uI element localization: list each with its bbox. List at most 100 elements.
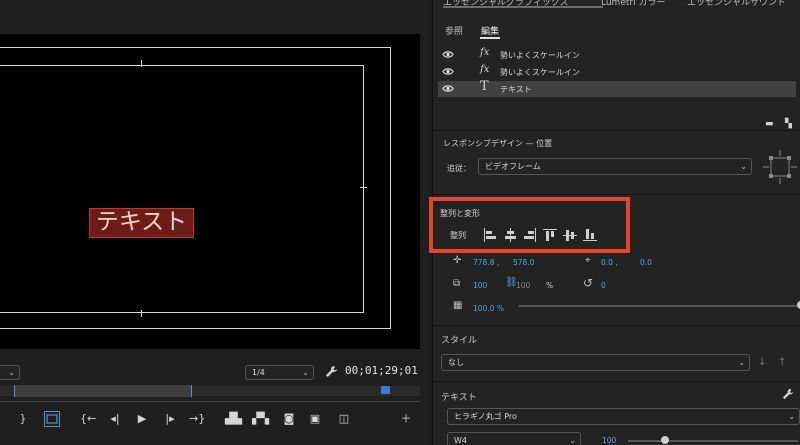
overlay-icon[interactable]: ◫ bbox=[336, 411, 352, 427]
folder-icon[interactable]: ▬ bbox=[765, 119, 774, 129]
divider bbox=[433, 194, 800, 195]
divider bbox=[433, 130, 800, 131]
anchor-x[interactable]: 0.0 , bbox=[601, 258, 618, 267]
resolution-value: 1/4 bbox=[252, 368, 265, 377]
layer-row[interactable]: fx 勢いよくスケールイン bbox=[438, 64, 796, 80]
chevron-down-icon: ⌄ bbox=[738, 358, 745, 367]
anchor-y[interactable]: 0.0 bbox=[640, 258, 652, 267]
zoom-dropdown[interactable]: ⌄ bbox=[0, 365, 20, 380]
wrench-icon[interactable] bbox=[782, 388, 794, 403]
font-size-slider[interactable] bbox=[628, 440, 798, 442]
chevron-down-icon: ⌄ bbox=[302, 368, 309, 377]
subtab-underline bbox=[480, 37, 500, 39]
scale-height: 100 bbox=[516, 281, 531, 290]
responsive-design-title: レスポンシブデザイン — 位置 bbox=[443, 139, 553, 148]
layer-name: 勢いよくスケールイン bbox=[500, 51, 580, 60]
guide-tick-right bbox=[360, 187, 367, 188]
eye-icon[interactable] bbox=[442, 67, 454, 76]
position-y[interactable]: 578.0 bbox=[513, 258, 534, 267]
step-forward-icon[interactable]: |▸ bbox=[162, 411, 178, 427]
wrench-icon[interactable] bbox=[325, 365, 338, 378]
layer-list: fx 勢いよくスケールイン fx 勢いよくスケールイン T テキスト bbox=[438, 46, 796, 98]
font-size-slider-knob[interactable] bbox=[661, 436, 669, 444]
sync-style-up-icon[interactable]: ↑ bbox=[778, 357, 786, 368]
text-section-title: テキスト bbox=[441, 393, 477, 403]
font-size-value[interactable]: 100 bbox=[602, 436, 616, 445]
fx-icon: fx bbox=[480, 47, 490, 58]
font-dropdown[interactable]: ヒラギノ丸ゴ Pro ⌄ bbox=[447, 408, 800, 425]
active-tab-underline bbox=[443, 6, 603, 8]
eye-icon[interactable] bbox=[442, 84, 454, 93]
go-to-out-icon[interactable]: →} bbox=[189, 411, 205, 427]
lift-icon[interactable]: ▟▙ bbox=[225, 411, 242, 427]
scale-icon: ⧉ bbox=[453, 278, 461, 289]
extract-icon[interactable]: ▞▚ bbox=[252, 411, 269, 427]
font-weight-dropdown[interactable]: W4 ⌄ bbox=[447, 432, 581, 445]
eye-icon[interactable] bbox=[442, 50, 454, 59]
align-center-h-icon[interactable] bbox=[503, 228, 517, 242]
style-dropdown[interactable]: なし ⌄ bbox=[441, 354, 750, 371]
mark-out-icon[interactable]: } bbox=[15, 411, 31, 427]
step-back-icon[interactable]: ◂| bbox=[107, 411, 123, 427]
playhead-timecode[interactable]: 00;01;29;01 bbox=[345, 364, 418, 377]
tab-browse[interactable]: 参照 bbox=[445, 24, 463, 37]
tab-lumetri-color[interactable]: Lumetri カラー bbox=[601, 0, 665, 8]
resolution-dropdown[interactable]: 1/4 ⌄ bbox=[245, 365, 314, 380]
program-monitor: テキスト ⌄ 1/4 ⌄ 00;01;29;01 } {← ◂| ▶ |▸ →} … bbox=[0, 0, 430, 445]
scale-value[interactable]: 100 bbox=[473, 281, 487, 290]
follow-dropdown[interactable]: ビデオフレーム ⌄ bbox=[478, 158, 752, 175]
align-transform-title: 整列と変形 bbox=[440, 209, 480, 218]
fx-icon: fx bbox=[480, 64, 490, 75]
tab-edit[interactable]: 編集 bbox=[481, 24, 499, 37]
chevron-down-icon: ⌄ bbox=[569, 436, 576, 445]
export-frame-box-icon[interactable] bbox=[44, 411, 60, 427]
guide-tick-bottom bbox=[141, 310, 142, 317]
follow-value: ビデオフレーム bbox=[485, 162, 541, 171]
layer-name: 勢いよくスケールイン bbox=[500, 68, 580, 77]
highlight-box bbox=[429, 197, 630, 253]
align-left-icon[interactable] bbox=[483, 228, 497, 242]
play-icon[interactable]: ▶ bbox=[134, 411, 150, 427]
transport-controls: } {← ◂| ▶ |▸ →} ▟▙ ▞▚ ◙ ▣ ◫ ＋ bbox=[0, 411, 430, 437]
divider bbox=[433, 325, 800, 326]
align-bottom-icon[interactable] bbox=[583, 228, 597, 242]
guide-tick-top bbox=[141, 60, 142, 67]
position-icon: ✛ bbox=[453, 255, 462, 266]
chevron-down-icon: ⌄ bbox=[740, 162, 747, 171]
layer-row[interactable]: fx 勢いよくスケールイン bbox=[438, 47, 796, 63]
opacity-value[interactable]: 100.0 % bbox=[473, 304, 504, 313]
align-label: 整列 bbox=[450, 231, 466, 240]
style-value: なし bbox=[448, 358, 464, 367]
panel-tab-bar: エッセンシャルグラフィックス Lumetri カラー エッセンシャルサウンド bbox=[433, 0, 800, 9]
essential-graphics-panel: エッセンシャルグラフィックス Lumetri カラー エッセンシャルサウンド 参… bbox=[429, 0, 800, 445]
video-frame[interactable]: テキスト bbox=[0, 34, 420, 349]
font-value: ヒラギノ丸ゴ Pro bbox=[454, 412, 517, 421]
rotation-value[interactable]: 0 bbox=[601, 281, 606, 290]
in-out-range[interactable] bbox=[14, 385, 192, 397]
opacity-slider[interactable] bbox=[519, 305, 797, 307]
opacity-icon: ▦ bbox=[453, 300, 463, 311]
layer-row-selected[interactable]: T テキスト bbox=[438, 79, 796, 97]
add-button-icon[interactable]: ＋ bbox=[398, 411, 414, 427]
pin-to-edges-icon[interactable] bbox=[761, 148, 799, 186]
new-layer-icon[interactable]: ▚ bbox=[785, 119, 792, 129]
selected-text-layer[interactable]: テキスト bbox=[89, 208, 194, 238]
camera-icon[interactable]: ◙ bbox=[281, 411, 297, 427]
playhead-handle[interactable] bbox=[381, 386, 390, 394]
egp-subtabs: 参照 編集 bbox=[433, 20, 800, 40]
rotation-icon: ↺ bbox=[583, 276, 594, 290]
position-x[interactable]: 778.8 , bbox=[473, 258, 499, 267]
text-layer-icon: T bbox=[480, 79, 489, 94]
tab-essential-sound[interactable]: エッセンシャルサウンド bbox=[687, 0, 786, 8]
align-top-icon[interactable] bbox=[543, 228, 557, 242]
ruler-line bbox=[0, 401, 420, 402]
go-to-in-icon[interactable]: {← bbox=[80, 411, 96, 427]
align-center-v-icon[interactable] bbox=[563, 228, 577, 242]
compare-icon[interactable]: ▣ bbox=[307, 411, 323, 427]
title-safe-guide bbox=[0, 65, 364, 313]
timeline-scrubber[interactable] bbox=[0, 381, 420, 403]
push-style-down-icon[interactable]: ↓ bbox=[758, 357, 766, 368]
weight-value: W4 bbox=[454, 436, 467, 445]
align-right-icon[interactable] bbox=[523, 228, 537, 242]
chevron-down-icon: ⌄ bbox=[788, 412, 795, 421]
